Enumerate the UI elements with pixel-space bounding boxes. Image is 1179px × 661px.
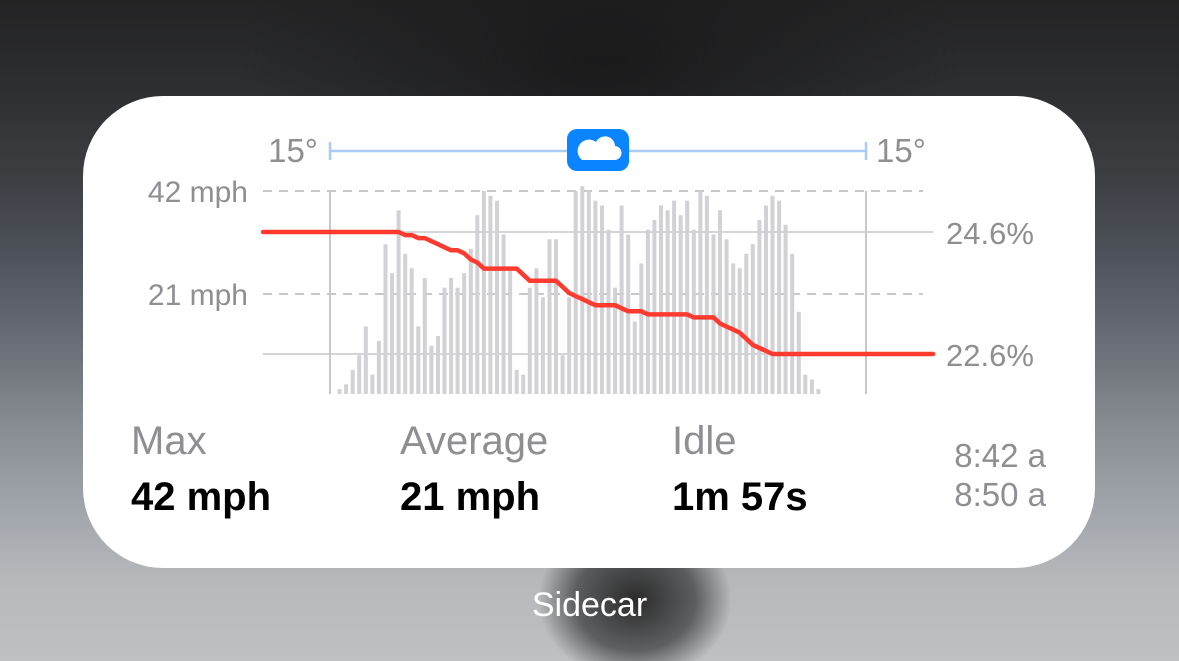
speed-bar bbox=[455, 287, 460, 394]
speed-bar bbox=[488, 195, 493, 394]
speed-bar bbox=[672, 200, 677, 394]
widget-app-name: Sidecar bbox=[531, 586, 648, 624]
stat-max-label: Max bbox=[131, 419, 207, 463]
speed-bar bbox=[554, 239, 558, 394]
speed-bar bbox=[337, 389, 342, 394]
speed-bar bbox=[593, 200, 598, 394]
speed-bar bbox=[468, 249, 473, 394]
speed-bar bbox=[586, 191, 591, 394]
speed-bar bbox=[370, 374, 375, 394]
speed-bar bbox=[744, 253, 749, 394]
speed-bar bbox=[665, 210, 670, 394]
speed-bar bbox=[416, 326, 421, 394]
speed-bar bbox=[501, 234, 506, 394]
speed-bar bbox=[376, 340, 381, 394]
speed-bar bbox=[560, 355, 565, 394]
speed-bar bbox=[652, 220, 657, 394]
speed-bar bbox=[534, 268, 539, 394]
speed-bar bbox=[573, 191, 578, 394]
battery-end-label: 22.6% bbox=[946, 338, 1034, 373]
ride-start-time: 8:42 a bbox=[954, 437, 1046, 474]
speed-bar bbox=[632, 321, 637, 394]
speed-bar bbox=[600, 205, 604, 394]
speed-bar bbox=[547, 239, 552, 394]
speed-bar bbox=[659, 205, 663, 394]
speed-bar bbox=[429, 345, 434, 394]
speed-bar bbox=[350, 369, 355, 394]
speed-bar bbox=[711, 234, 716, 394]
speed-bar bbox=[790, 253, 795, 394]
speed-bar bbox=[678, 215, 683, 394]
speed-bar bbox=[344, 384, 349, 394]
speed-bar bbox=[698, 191, 703, 394]
speed-bar bbox=[770, 195, 775, 394]
speed-bar bbox=[750, 244, 755, 394]
speed-bar bbox=[383, 244, 388, 394]
speed-bar bbox=[809, 379, 814, 394]
stat-max: Max 42 mph bbox=[131, 418, 271, 520]
speed-bar bbox=[691, 229, 696, 394]
speed-bar bbox=[777, 200, 782, 394]
speed-bar bbox=[803, 374, 808, 394]
speed-bar bbox=[816, 389, 821, 394]
speed-bar bbox=[580, 186, 585, 394]
ride-end-time: 8:50 a bbox=[954, 476, 1046, 513]
speed-bar bbox=[390, 273, 394, 394]
speed-bar bbox=[409, 268, 414, 394]
speed-bar bbox=[462, 273, 467, 394]
ride-times: 8:42 a 8:50 a bbox=[954, 436, 1046, 514]
speed-bar bbox=[403, 253, 408, 394]
speed-bar bbox=[783, 224, 788, 394]
speed-bar bbox=[757, 220, 762, 394]
speed-bars bbox=[337, 186, 821, 394]
stat-max-value: 42 mph bbox=[131, 475, 272, 519]
speed-bar bbox=[514, 369, 519, 394]
sidecar-widget[interactable]: 15° 15° 42 mph 21 mph 24.6% 22.6% Max 42… bbox=[83, 96, 1095, 568]
speed-bar bbox=[764, 205, 768, 394]
stat-average-label: Average bbox=[400, 419, 549, 463]
speed-bar bbox=[357, 355, 362, 394]
speed-bar bbox=[508, 268, 513, 394]
speed-bar bbox=[396, 210, 401, 394]
speed-bar bbox=[704, 195, 709, 394]
speed-bar bbox=[724, 239, 729, 394]
stat-idle: Idle 1m 57s bbox=[672, 418, 808, 520]
battery-start-label: 24.6% bbox=[946, 216, 1034, 251]
stat-average-value: 21 mph bbox=[400, 475, 541, 519]
weather-end-temp: 15° bbox=[876, 132, 926, 169]
speed-bar bbox=[422, 278, 427, 394]
speed-bar bbox=[527, 287, 532, 394]
speed-bar bbox=[442, 287, 447, 394]
speed-bar bbox=[639, 263, 644, 394]
weather-start-temp: 15° bbox=[268, 132, 318, 169]
speed-axis-mid-label: 21 mph bbox=[148, 279, 248, 312]
speed-bar bbox=[521, 374, 526, 394]
stat-idle-label: Idle bbox=[672, 419, 737, 463]
speed-bar bbox=[685, 200, 690, 394]
speed-bar bbox=[540, 297, 545, 394]
speed-axis-max-label: 42 mph bbox=[148, 176, 248, 209]
speed-bar bbox=[619, 205, 624, 394]
speed-bar bbox=[449, 278, 454, 394]
speed-bar bbox=[481, 191, 486, 394]
speed-bar bbox=[567, 297, 572, 394]
speed-bar bbox=[626, 234, 631, 394]
cloud-icon[interactable] bbox=[567, 129, 629, 171]
speed-bar bbox=[475, 215, 480, 394]
ride-chart: 15° 15° 42 mph 21 mph 24.6% 22.6% bbox=[148, 129, 1034, 394]
speed-bar bbox=[718, 210, 722, 394]
stat-idle-value: 1m 57s bbox=[672, 475, 808, 519]
speed-bar bbox=[495, 200, 499, 394]
speed-bar bbox=[606, 229, 611, 394]
speed-bar bbox=[436, 336, 440, 394]
speed-bar bbox=[363, 326, 368, 394]
stat-average: Average 21 mph bbox=[400, 418, 548, 520]
